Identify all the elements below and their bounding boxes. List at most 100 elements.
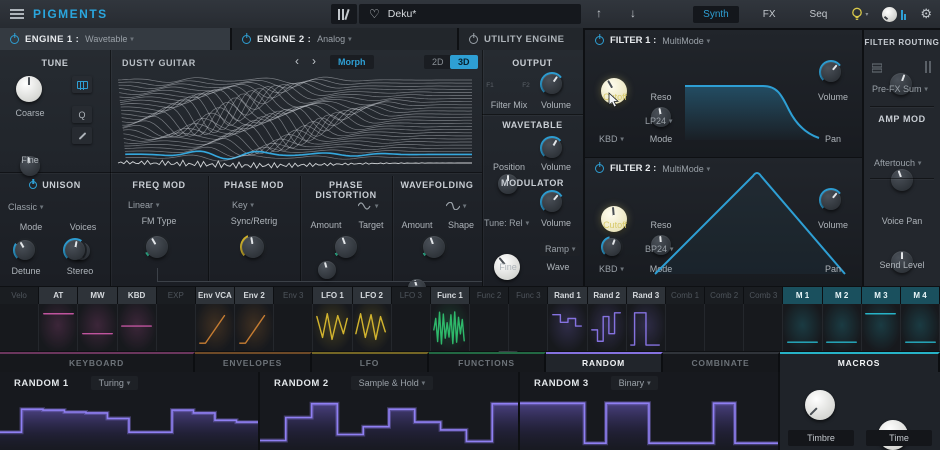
filter2-power-icon[interactable] [595,164,604,173]
mod-source-preview-env-vca[interactable] [195,304,236,351]
tab-random[interactable]: RANDOM [546,352,663,372]
tab-seq[interactable]: Seq [800,6,838,23]
random2-mode-dropdown[interactable]: Sample & Hold ▾ [350,376,433,390]
mod-source-tab-lfo-3[interactable]: LFO 3 [391,287,431,304]
phase-distortion-target-dropdown[interactable]: ▾ [358,202,378,210]
mod-source-preview-env-2[interactable] [235,304,275,351]
mod-source-tab-m-1[interactable]: M 1 [783,287,823,304]
wavefolding-shape-dropdown[interactable]: ▾ [446,202,466,210]
tab-envelopes[interactable]: ENVELOPES [195,352,312,372]
filter1-kbd-dropdown[interactable]: KBD ▾ [599,134,624,144]
mod-source-preview-rand-1[interactable] [548,304,588,351]
unison-mode-dropdown[interactable]: Classic ▾ [8,202,43,212]
mod-source-tab-lfo-2[interactable]: LFO 2 [352,287,392,304]
mod-source-tab-lfo-1[interactable]: LFO 1 [313,287,353,304]
tab-combinate[interactable]: COMBINATE [663,352,780,372]
favorite-heart-icon[interactable]: ♡ [369,8,380,20]
unison-power-icon[interactable] [29,181,38,189]
mod-source-preview-velo[interactable] [0,304,40,351]
unison-stereo-knob[interactable] [63,238,87,262]
library-button[interactable] [331,4,357,24]
mod-source-tab-m-3[interactable]: M 3 [861,287,901,304]
mod-source-preview-rand-2[interactable] [587,304,627,351]
tab-macros[interactable]: MACROS [780,352,940,372]
mod-source-tab-exp[interactable]: EXP [156,287,196,304]
mod-source-preview-m-2[interactable] [822,304,862,351]
engine-volume-knob[interactable] [540,72,564,96]
mod-source-preview-lfo-3[interactable] [391,304,431,351]
filter1-mode-dropdown[interactable]: LP24 ▾ [645,116,672,126]
phase-mod-amount-knob[interactable] [240,234,266,260]
random3-mode-dropdown[interactable]: Binary ▾ [610,376,659,390]
random2-waveform[interactable] [260,394,518,450]
tab-utility-engine[interactable]: UTILITY ENGINE [459,28,583,50]
mod-source-preview-mw[interactable] [78,304,118,351]
mod-source-preview-comb-3[interactable] [744,304,784,351]
tab-engine-1[interactable]: ENGINE 1 : Wavetable ▾ [0,28,230,50]
engine1-type-dropdown[interactable]: Wavetable ▾ [85,34,134,44]
mod-source-preview-m-3[interactable] [861,304,901,351]
mod-source-preview-m-4[interactable] [900,304,940,351]
tab-fx[interactable]: FX [753,6,786,23]
power-icon[interactable] [469,34,478,44]
mod-source-tab-func-1[interactable]: Func 1 [430,287,471,304]
random1-mode-dropdown[interactable]: Turing ▾ [90,376,139,390]
coarse-tune-knob[interactable] [16,76,42,102]
mod-source-tab-rand-2[interactable]: Rand 2 [587,287,627,304]
filter2-volume-knob[interactable] [819,188,843,212]
random3-waveform[interactable] [520,394,778,450]
freq-mod-amount-knob[interactable] [144,234,170,260]
keyboard-follow-button[interactable] [72,76,92,93]
mod-source-tab-m-4[interactable]: M 4 [900,287,940,304]
modulator-volume-knob[interactable] [540,190,564,214]
filter1-type-dropdown[interactable]: MultiMode ▾ [662,36,710,46]
power-icon[interactable] [242,34,251,44]
modulator-wave-dropdown[interactable]: Ramp ▾ [540,242,581,256]
preset-previous-button[interactable]: ↑ [596,6,602,20]
mod-source-preview-comb-1[interactable] [665,304,706,351]
tab-functions[interactable]: FUNCTIONS [429,352,546,372]
edit-button[interactable] [72,127,92,144]
random1-waveform[interactable] [0,394,258,450]
wavetable-volume-knob[interactable] [540,136,564,160]
tab-engine-2[interactable]: ENGINE 2 : Analog ▾ [232,28,457,50]
mod-source-tab-rand-1[interactable]: Rand 1 [548,287,588,304]
mod-source-preview-func-1[interactable] [430,304,471,351]
mod-source-tab-env-3[interactable]: Env 3 [274,287,314,304]
mod-source-preview-m-1[interactable] [783,304,823,351]
filter1-power-icon[interactable] [595,36,604,45]
tips-button[interactable]: ▾ [851,7,868,22]
mod-source-preview-func-2[interactable] [470,304,510,351]
mod-source-preview-rand-3[interactable] [626,304,666,351]
mod-source-tab-m-2[interactable]: M 2 [822,287,862,304]
mod-source-preview-lfo-1[interactable] [313,304,353,351]
filter2-kbd-dropdown[interactable]: KBD ▾ [599,264,624,274]
macro1-label[interactable]: Timbre [788,430,854,446]
preset-next-button[interactable]: ↓ [630,6,636,20]
mod-source-preview-lfo-2[interactable] [352,304,392,351]
phase-mod-sync-dropdown[interactable]: Key ▾ [232,200,254,210]
mod-source-tab-env-vca[interactable]: Env VCA [195,287,236,304]
unison-detune-knob[interactable] [13,238,37,262]
amp-mod-knob[interactable] [891,169,913,191]
mod-source-preview-kbd[interactable] [117,304,157,351]
macro2-label[interactable]: Time [866,430,932,446]
mod-source-preview-func-3[interactable] [509,304,549,351]
filter2-kbd-knob[interactable] [601,236,623,258]
preset-name[interactable]: Deku* [388,8,417,20]
engine2-type-dropdown[interactable]: Analog ▾ [317,34,352,44]
mod-source-preview-exp[interactable] [156,304,196,351]
mod-source-tab-velo[interactable]: Velo [0,287,40,304]
preset-browser[interactable]: ♡ Deku* [359,4,581,24]
tab-synth[interactable]: Synth [693,5,739,23]
power-icon[interactable] [10,34,19,44]
mod-source-tab-comb-2[interactable]: Comb 2 [705,287,745,304]
filter1-curve-display[interactable] [685,74,823,140]
mod-source-preview-env-3[interactable] [274,304,314,351]
phase-distortion-mod-knob[interactable] [333,234,359,260]
mod-source-tab-rand-3[interactable]: Rand 3 [626,287,666,304]
mod-source-tab-comb-3[interactable]: Comb 3 [744,287,784,304]
tab-lfo[interactable]: LFO [312,352,429,372]
mod-source-tab-kbd[interactable]: KBD [117,287,157,304]
settings-gear-icon[interactable]: ⚙ [920,6,932,22]
